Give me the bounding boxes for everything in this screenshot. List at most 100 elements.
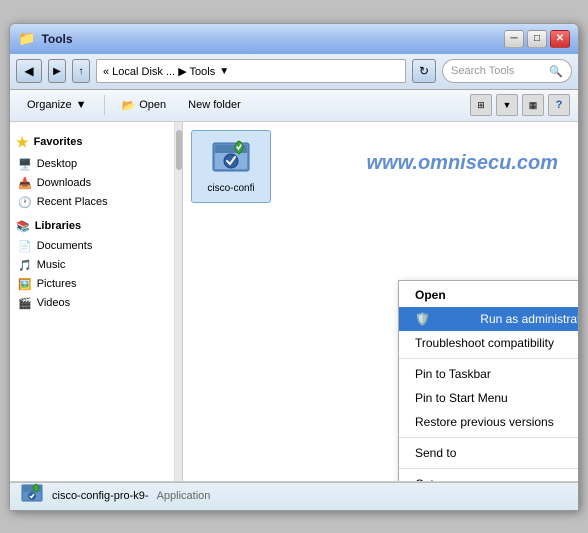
toolbar-separator-1 xyxy=(104,95,105,115)
documents-icon: 📄 xyxy=(18,240,32,253)
ctx-send-to-label: Send to xyxy=(415,446,456,460)
music-label: Music xyxy=(37,259,66,271)
path-text: « Local Disk ... ▶ Tools xyxy=(103,65,215,78)
search-icon: 🔍 xyxy=(549,65,563,78)
ctx-sep-3 xyxy=(399,468,578,469)
downloads-label: Downloads xyxy=(37,177,91,189)
ctx-send-to[interactable]: Send to ▶ xyxy=(399,441,578,465)
ctx-pin-start[interactable]: Pin to Start Menu xyxy=(399,386,578,410)
address-bar: ◀ ▶ ↑ « Local Disk ... ▶ Tools ▼ ↻ Searc… xyxy=(10,54,578,90)
file-icon-cisco xyxy=(211,139,251,179)
favorites-header[interactable]: ★ Favorites xyxy=(10,130,174,155)
forward-button[interactable]: ▶ xyxy=(48,59,66,83)
sidebar-item-recent-places[interactable]: 🕐 Recent Places xyxy=(10,193,174,212)
sidebar-item-music[interactable]: 🎵 Music xyxy=(10,256,174,275)
path-dropdown[interactable]: ▼ xyxy=(219,66,229,77)
sidebar-item-documents[interactable]: 📄 Documents xyxy=(10,237,174,256)
ctx-pin-taskbar-label: Pin to Taskbar xyxy=(415,367,491,381)
views-dropdown[interactable]: ▼ xyxy=(496,94,518,116)
open-label: Open xyxy=(139,99,166,111)
desktop-icon: 🖥️ xyxy=(18,158,32,171)
ctx-pin-start-label: Pin to Start Menu xyxy=(415,391,508,405)
downloads-icon: 📥 xyxy=(18,177,32,190)
help-icon: ? xyxy=(556,99,563,111)
sidebar-scrollbar[interactable] xyxy=(175,122,183,481)
favorites-label: Favorites xyxy=(34,136,83,148)
ctx-troubleshoot[interactable]: Troubleshoot compatibility xyxy=(399,331,578,355)
libraries-section: 📚 Libraries 📄 Documents 🎵 Music 🖼️ Pictu… xyxy=(10,214,174,315)
libraries-icon: 📚 xyxy=(16,220,30,233)
views-button[interactable]: ⊞ xyxy=(470,94,492,116)
minimize-button[interactable]: ─ xyxy=(504,30,524,48)
ctx-pin-taskbar[interactable]: Pin to Taskbar xyxy=(399,362,578,386)
ctx-cut-label: Cut xyxy=(415,477,434,481)
title-bar-controls: ─ □ ✕ xyxy=(504,30,570,48)
file-name: cisco-confi xyxy=(207,183,254,194)
sidebar-item-downloads[interactable]: 📥 Downloads xyxy=(10,174,174,193)
desktop-label: Desktop xyxy=(37,158,77,170)
open-icon: 📂 xyxy=(122,99,136,112)
open-button[interactable]: 📂 Open xyxy=(113,93,176,117)
file-item-cisco[interactable]: cisco-confi xyxy=(191,130,271,203)
ctx-sep-1 xyxy=(399,358,578,359)
up-button[interactable]: ↑ xyxy=(72,59,90,83)
title-bar: 📁 Tools ─ □ ✕ xyxy=(10,24,578,54)
videos-icon: 🎬 xyxy=(18,297,32,310)
videos-label: Videos xyxy=(37,297,70,309)
context-menu: Open 🛡️ Run as administrator Troubleshoo… xyxy=(398,280,578,481)
title-bar-title: Tools xyxy=(41,32,72,46)
toolbar-right: ⊞ ▼ ▦ ? xyxy=(470,94,570,116)
refresh-icon: ↻ xyxy=(419,64,429,78)
star-icon: ★ xyxy=(16,134,29,151)
libraries-label: Libraries xyxy=(35,220,81,232)
organize-button[interactable]: Organize ▼ xyxy=(18,93,96,117)
documents-label: Documents xyxy=(37,240,93,252)
file-area: www.omnisecu.com xyxy=(183,122,578,481)
refresh-button[interactable]: ↻ xyxy=(412,59,436,83)
search-box[interactable]: Search Tools 🔍 xyxy=(442,59,572,83)
explorer-window: 📁 Tools ─ □ ✕ ◀ ▶ ↑ « Local Disk ... ▶ T… xyxy=(9,23,579,511)
status-file-icon xyxy=(20,483,44,510)
ctx-restore-label: Restore previous versions xyxy=(415,415,554,429)
main-content: ★ Favorites 🖥️ Desktop 📥 Downloads 🕐 Rec… xyxy=(10,122,578,482)
ctx-shield-icon: 🛡️ xyxy=(415,312,430,326)
ctx-run-admin[interactable]: 🛡️ Run as administrator xyxy=(399,307,578,331)
new-folder-label: New folder xyxy=(188,99,241,111)
music-icon: 🎵 xyxy=(18,259,32,272)
search-placeholder: Search Tools xyxy=(451,65,514,77)
scrollbar-thumb[interactable] xyxy=(176,130,182,170)
toolbar: Organize ▼ 📂 Open New folder ⊞ ▼ ▦ ? xyxy=(10,90,578,122)
address-path[interactable]: « Local Disk ... ▶ Tools ▼ xyxy=(96,59,406,83)
libraries-header[interactable]: 📚 Libraries xyxy=(10,216,174,237)
ctx-run-admin-label: Run as administrator xyxy=(480,312,578,326)
sidebar-item-pictures[interactable]: 🖼️ Pictures xyxy=(10,275,174,294)
back-button[interactable]: ◀ xyxy=(16,59,42,83)
sidebar-item-videos[interactable]: 🎬 Videos xyxy=(10,294,174,313)
pictures-icon: 🖼️ xyxy=(18,278,32,291)
recent-places-label: Recent Places xyxy=(37,196,108,208)
close-button[interactable]: ✕ xyxy=(550,30,570,48)
sidebar: ★ Favorites 🖥️ Desktop 📥 Downloads 🕐 Rec… xyxy=(10,122,175,481)
status-bar: cisco-config-pro-k9- Application xyxy=(10,482,578,510)
recent-icon: 🕐 xyxy=(18,196,32,209)
ctx-cut[interactable]: Cut xyxy=(399,472,578,481)
ctx-open-label: Open xyxy=(415,288,446,302)
ctx-troubleshoot-label: Troubleshoot compatibility xyxy=(415,336,554,350)
sidebar-item-desktop[interactable]: 🖥️ Desktop xyxy=(10,155,174,174)
maximize-button[interactable]: □ xyxy=(527,30,547,48)
watermark: www.omnisecu.com xyxy=(366,152,558,175)
ctx-open[interactable]: Open xyxy=(399,283,578,307)
status-file-type: Application xyxy=(157,490,211,502)
ctx-restore[interactable]: Restore previous versions xyxy=(399,410,578,434)
status-file-name: cisco-config-pro-k9- xyxy=(52,490,149,502)
favorites-section: ★ Favorites 🖥️ Desktop 📥 Downloads 🕐 Rec… xyxy=(10,128,174,214)
sidebar-container: ★ Favorites 🖥️ Desktop 📥 Downloads 🕐 Rec… xyxy=(10,122,183,481)
window-icon: 📁 xyxy=(18,30,35,47)
new-folder-button[interactable]: New folder xyxy=(179,93,250,117)
pictures-label: Pictures xyxy=(37,278,77,290)
ctx-sep-2 xyxy=(399,437,578,438)
help-button[interactable]: ? xyxy=(548,94,570,116)
organize-arrow: ▼ xyxy=(76,99,87,111)
title-bar-left: 📁 Tools xyxy=(18,30,73,47)
preview-button[interactable]: ▦ xyxy=(522,94,544,116)
